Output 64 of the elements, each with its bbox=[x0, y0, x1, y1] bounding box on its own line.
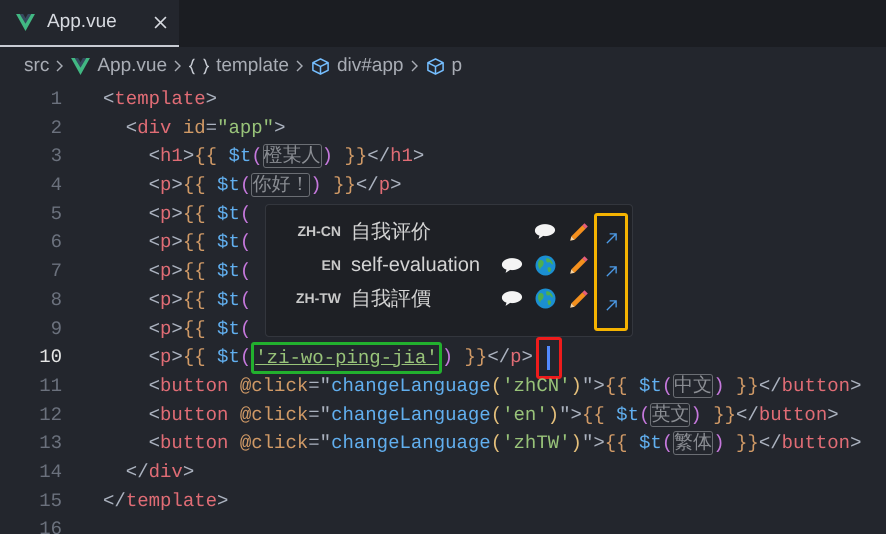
translation-text: self-evaluation bbox=[351, 253, 481, 278]
code-line: <p>{{ $t( bbox=[148, 259, 252, 284]
pencil-icon[interactable] bbox=[568, 220, 590, 243]
vue-logo-icon bbox=[71, 58, 90, 74]
code-line: <button @click="changeLanguage('en')">{{ $t(英文) }}</button> bbox=[148, 402, 839, 429]
line-number: 2 bbox=[50, 116, 62, 141]
code-line: <div id="app"> bbox=[124, 116, 286, 141]
line-number: 1 bbox=[50, 87, 62, 112]
open-link-arrow-icon[interactable] bbox=[604, 232, 618, 246]
breadcrumb-item[interactable]: src bbox=[24, 52, 50, 80]
code-line: <p>{{ $t( bbox=[148, 345, 252, 370]
breadcrumb-item[interactable]: template bbox=[216, 52, 289, 80]
highlighted-string: 'zi-wo-ping-jia' bbox=[251, 342, 442, 374]
code-line: <template> bbox=[103, 87, 218, 112]
pencil-icon[interactable] bbox=[568, 254, 590, 276]
breadcrumb-item[interactable]: p bbox=[452, 52, 462, 80]
breadcrumb-item[interactable]: App.vue bbox=[97, 52, 168, 80]
cube-icon bbox=[426, 56, 444, 76]
open-link-arrow-icon[interactable] bbox=[604, 298, 618, 312]
text-cursor bbox=[547, 346, 550, 370]
breadcrumb-item[interactable]: div#app bbox=[336, 52, 404, 80]
chevron-icon bbox=[410, 60, 418, 72]
translation-text: 自我評價 bbox=[351, 286, 432, 312]
line-number: 7 bbox=[50, 259, 62, 284]
braces-icon bbox=[189, 58, 210, 74]
code-line: <p>{{ $t( bbox=[148, 202, 252, 227]
line-number: 14 bbox=[38, 460, 62, 485]
line-number: 15 bbox=[38, 488, 62, 514]
open-link-arrow-icon[interactable] bbox=[604, 265, 618, 278]
line-number: 3 bbox=[50, 144, 62, 170]
speech-bubble-icon bbox=[534, 222, 556, 242]
line-number: 9 bbox=[50, 316, 62, 342]
code-line: <p>{{ $t( bbox=[148, 230, 252, 256]
line-number: 5 bbox=[50, 202, 62, 227]
vue-logo-icon bbox=[16, 14, 35, 31]
line-number: 10 bbox=[38, 345, 62, 370]
code-line: </div> bbox=[124, 460, 194, 485]
locale-label: EN bbox=[320, 256, 341, 275]
line-number: 13 bbox=[38, 431, 62, 456]
chevron-icon bbox=[174, 60, 182, 72]
code-line: <p>{{ $t( bbox=[148, 288, 252, 313]
code-line: <button @click="changeLanguage('zhCN')">{{ $t(中文) }}</button> bbox=[148, 372, 862, 400]
cube-icon bbox=[310, 56, 330, 76]
code-line: </template> bbox=[103, 488, 228, 514]
translation-text: 自我评价 bbox=[351, 220, 432, 245]
line-number: 11 bbox=[38, 374, 62, 399]
line-number: 8 bbox=[50, 288, 62, 313]
speech-bubble-icon bbox=[501, 289, 523, 308]
speech-bubble-icon bbox=[501, 256, 523, 275]
chevron-icon bbox=[56, 60, 64, 72]
line-number: 12 bbox=[38, 402, 62, 428]
tab-label: App.vue bbox=[47, 10, 118, 34]
locale-label: ZH-CN bbox=[296, 222, 341, 242]
locale-label: ZH-TW bbox=[294, 289, 341, 308]
close-icon[interactable] bbox=[154, 16, 167, 29]
editor-tab[interactable]: App.vue bbox=[0, 0, 179, 47]
line-number: 4 bbox=[50, 173, 62, 198]
chevron-icon bbox=[296, 60, 304, 72]
code-line: ) }}</p> bbox=[442, 345, 533, 370]
code-line: <p>{{ $t(你好！) }}</p> bbox=[148, 172, 402, 200]
code-line: <p>{{ $t( bbox=[148, 316, 252, 342]
pencil-icon[interactable] bbox=[568, 288, 590, 310]
code-line: <button @click="changeLanguage('zhTW')">{{ $t(繁体) }}</button> bbox=[148, 430, 862, 458]
line-number: 6 bbox=[50, 230, 62, 256]
